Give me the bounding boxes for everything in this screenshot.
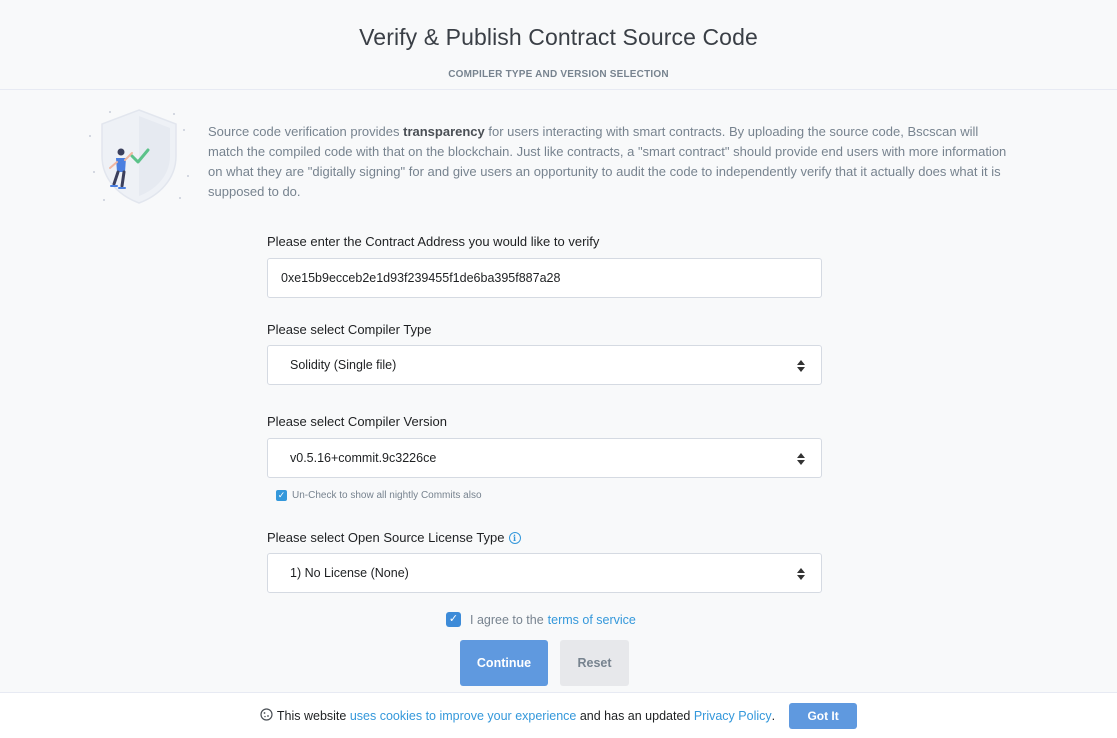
terms-of-service-link[interactable]: terms of service	[548, 613, 636, 627]
terms-agreement: ✓ I agree to the terms of service	[446, 612, 636, 627]
info-icon[interactable]: i	[508, 531, 521, 544]
nightly-commits-checkbox[interactable]: ✓	[276, 490, 287, 501]
page-header: Verify & Publish Contract Source Code CO…	[0, 0, 1117, 90]
intro-section: Source code verification provides transp…	[84, 106, 1024, 206]
compiler-version-select[interactable]: v0.5.16+commit.9c3226ce	[267, 438, 822, 478]
cookie-text-middle: and has an updated	[576, 708, 694, 723]
compiler-version-value: v0.5.16+commit.9c3226ce	[290, 451, 437, 465]
license-label: Please select Open Source License Type i	[267, 530, 521, 545]
shield-person-check-icon	[84, 106, 194, 206]
terms-checkbox[interactable]: ✓	[446, 612, 461, 627]
cookie-text-prefix: This website	[276, 708, 350, 723]
license-label-text: Please select Open Source License Type	[267, 530, 505, 545]
select-caret-icon	[797, 567, 805, 581]
intro-text-bold: transparency	[403, 124, 485, 139]
intro-text-part: Source code verification provides	[208, 124, 404, 139]
cookie-text-suffix: .	[771, 708, 776, 723]
compiler-version-label: Please select Compiler Version	[267, 414, 447, 429]
page-subtitle: COMPILER TYPE AND VERSION SELECTION	[448, 69, 669, 80]
license-select[interactable]: 1) No License (None)	[267, 553, 822, 593]
nightly-commits-label: Un-Check to show all nightly Commits als…	[292, 490, 482, 501]
select-caret-icon	[797, 452, 805, 466]
agree-prefix: I agree to the	[470, 612, 544, 627]
cookies-policy-link[interactable]: uses cookies to improve your experience	[350, 709, 577, 723]
cookie-icon	[260, 707, 273, 724]
intro-text: Source code verification provides transp…	[208, 122, 1008, 202]
address-label: Please enter the Contract Address you wo…	[267, 234, 600, 249]
license-value: 1) No License (None)	[290, 566, 409, 580]
cookie-banner: This website uses cookies to improve you…	[0, 692, 1117, 738]
got-it-button[interactable]: Got It	[789, 702, 858, 729]
page-title: Verify & Publish Contract Source Code	[359, 24, 758, 50]
compiler-type-label: Please select Compiler Type	[267, 322, 432, 337]
continue-button[interactable]: Continue	[460, 640, 548, 686]
compiler-type-value: Solidity (Single file)	[290, 358, 397, 372]
address-value: 0xe15b9ecceb2e1d93f239455f1de6ba395f887a…	[281, 271, 561, 285]
nightly-commits-option: ✓ Un-Check to show all nightly Commits a…	[276, 490, 482, 501]
compiler-type-select[interactable]: Solidity (Single file)	[267, 345, 822, 385]
privacy-policy-link[interactable]: Privacy Policy	[694, 709, 772, 723]
reset-button[interactable]: Reset	[560, 640, 629, 686]
select-caret-icon	[797, 359, 805, 373]
address-input[interactable]: 0xe15b9ecceb2e1d93f239455f1de6ba395f887a…	[267, 258, 822, 298]
